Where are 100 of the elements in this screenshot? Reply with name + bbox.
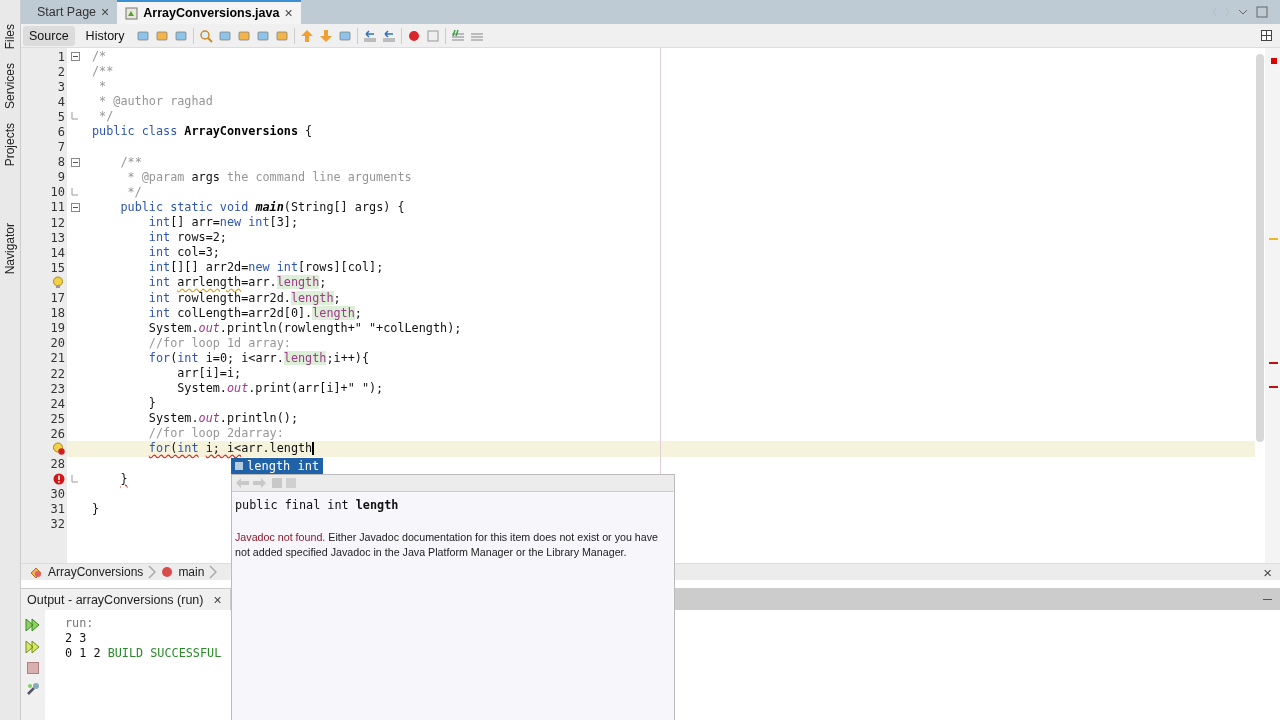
- record-icon[interactable]: [406, 28, 421, 43]
- fold-icon[interactable]: [71, 202, 80, 212]
- code-line: */: [98, 109, 114, 125]
- editor-tab[interactable]: Start Page ×: [29, 0, 118, 24]
- code-line: public static void main(String[] args) {: [119, 199, 405, 216]
- code-line: * @author raghad: [98, 94, 213, 110]
- line-number: 10: [50, 185, 65, 200]
- code-line: */: [126, 184, 142, 200]
- line-number: 8: [57, 155, 65, 170]
- maximize-icon[interactable]: [1261, 30, 1272, 41]
- error-icon[interactable]: [53, 473, 65, 486]
- code-line: System.out.println(rowlength+" "+colLength);: [147, 320, 462, 336]
- view-button[interactable]: History: [79, 25, 131, 46]
- indent-left-icon[interactable]: [362, 28, 377, 43]
- line-number: 24: [50, 396, 65, 411]
- magnifier-icon[interactable]: [198, 28, 213, 43]
- code-line: }: [119, 471, 128, 487]
- code-line: /*: [92, 49, 107, 65]
- close-icon[interactable]: ×: [284, 5, 293, 21]
- line-number: 2: [57, 64, 65, 79]
- completion-item[interactable]: length int: [231, 458, 324, 474]
- down-icon[interactable]: [318, 28, 333, 43]
- line-number: 32: [50, 517, 65, 532]
- up-icon[interactable]: [299, 28, 314, 43]
- output-line: 0 1 2 BUILD SUCCESSFUL: [65, 646, 222, 661]
- output-line: 2 3: [65, 631, 88, 646]
- code-line: int arrlength=arr.length;: [147, 275, 327, 291]
- line-number: 1: [57, 49, 65, 64]
- breadcrumb-item[interactable]: ArrayConversions: [48, 565, 144, 579]
- line-number: 5: [57, 109, 65, 124]
- output-tab[interactable]: Output - arrayConversions (run) ×: [21, 589, 230, 610]
- line-number: 14: [50, 245, 65, 260]
- comment-icon[interactable]: [450, 28, 465, 43]
- lightbulb-icon[interactable]: [52, 276, 65, 290]
- code-line: *: [98, 79, 107, 95]
- line-number: 26: [50, 426, 65, 441]
- chevron-icon: [209, 565, 218, 579]
- navigation-arrows-icon[interactable]: [235, 477, 267, 489]
- lightbulb-error-icon[interactable]: [52, 442, 65, 456]
- line-number: 25: [50, 411, 65, 426]
- side-tab[interactable]: Services: [3, 63, 17, 110]
- code-line: }: [92, 501, 100, 517]
- code-line: arr[i]=i;: [176, 365, 242, 382]
- line-number: 19: [50, 321, 65, 336]
- line-number: 13: [50, 230, 65, 245]
- line-number: 11: [50, 200, 65, 215]
- code-line: int rowlength=arr2d.length;: [147, 290, 341, 306]
- close-icon[interactable]: ×: [1263, 563, 1272, 581]
- code-line: int colLength=arr2d[0].length;: [147, 305, 362, 321]
- close-icon[interactable]: ×: [101, 4, 110, 20]
- rerun-icon[interactable]: [25, 618, 41, 632]
- line-number: 9: [57, 170, 65, 185]
- line-number: 22: [50, 366, 65, 381]
- indent-right-icon[interactable]: [381, 28, 396, 43]
- code-line: int col=3;: [147, 245, 220, 261]
- code-line: System.out.println();: [147, 411, 298, 427]
- member-signature: public final int length: [235, 498, 400, 512]
- java-file-icon: [125, 6, 139, 20]
- line-number: 4: [57, 94, 65, 109]
- code-line: //for loop 1d array:: [147, 335, 291, 351]
- line-number: 28: [50, 457, 65, 472]
- line-number: 20: [50, 336, 65, 351]
- fold-icon[interactable]: [71, 157, 80, 167]
- side-tab[interactable]: Navigator: [3, 222, 17, 275]
- line-number: 21: [50, 351, 65, 366]
- doc-window-icon[interactable]: [271, 477, 299, 489]
- code-line: int[][] arr2d=new int[rows][col];: [147, 260, 384, 276]
- line-number: 6: [57, 125, 65, 139]
- code-line: }: [147, 396, 156, 412]
- method-icon: [161, 566, 174, 578]
- code-line: System.out.print(arr[i]+" ");: [176, 381, 384, 397]
- code-line: int[] arr=new int[3];: [147, 215, 298, 231]
- chevron-icon: [148, 565, 157, 579]
- line-number: 17: [50, 291, 65, 306]
- output-line: run:: [65, 616, 95, 631]
- line-number: 18: [50, 306, 65, 321]
- code-line: for(int i; i<arr.length: [147, 441, 313, 457]
- close-icon[interactable]: ×: [213, 591, 222, 608]
- rerun-icon[interactable]: [25, 640, 41, 654]
- code-line: public class ArrayConversions {: [92, 124, 313, 140]
- editor-tab[interactable]: ArrayConversions.java ×: [117, 0, 301, 24]
- scrollbar[interactable]: [1256, 54, 1264, 442]
- code-line: /**: [119, 154, 142, 170]
- wrench-icon[interactable]: [26, 682, 40, 696]
- code-line: /**: [92, 64, 114, 80]
- side-tab[interactable]: Files: [3, 24, 17, 50]
- stop-icon[interactable]: [27, 662, 39, 674]
- side-tab[interactable]: Projects: [3, 123, 17, 167]
- javadoc-message: Javadoc not found. Either Javadoc documentation for this item does not exist or you have not added specified Javadoc in the Java Platform Manager or the Library Manager.: [235, 530, 659, 560]
- line-number: 23: [50, 381, 65, 396]
- line-number: 7: [57, 140, 65, 155]
- class-icon: [29, 565, 43, 579]
- code-line: * @param args the command line arguments: [126, 169, 412, 185]
- line-number: 30: [50, 487, 65, 502]
- view-button[interactable]: Source: [23, 25, 75, 46]
- line-number: 15: [50, 260, 65, 275]
- fold-icon[interactable]: [71, 52, 80, 61]
- code-line: for(int i=0; i<arr.length;i++){: [147, 350, 370, 366]
- breadcrumb-item[interactable]: main: [178, 565, 205, 579]
- output-tab-title[interactable]: Output - arrayConversions (run): [27, 592, 204, 607]
